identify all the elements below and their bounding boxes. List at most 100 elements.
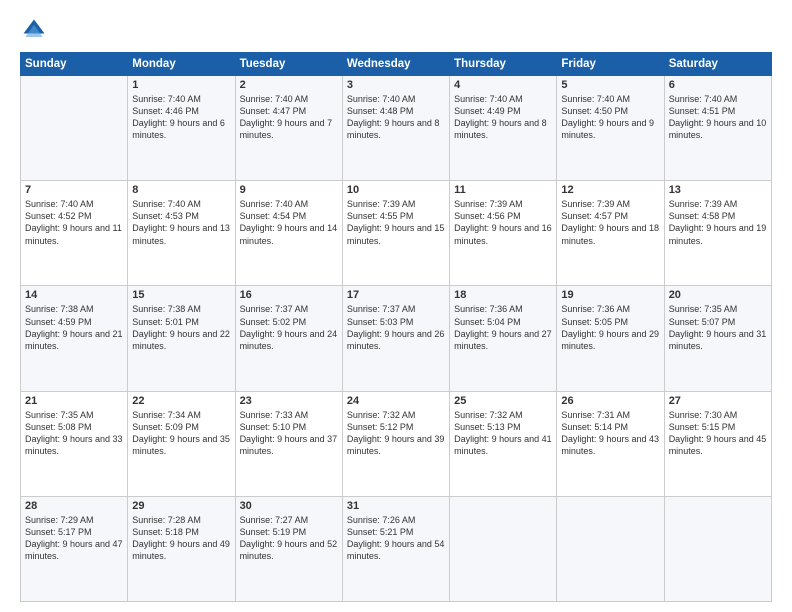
day-info: Sunrise: 7:35 AMSunset: 5:07 PMDaylight:…	[669, 303, 767, 352]
day-info: Sunrise: 7:40 AMSunset: 4:51 PMDaylight:…	[669, 93, 767, 142]
col-header-wednesday: Wednesday	[342, 53, 449, 76]
day-number: 16	[240, 289, 338, 301]
calendar-cell: 15Sunrise: 7:38 AMSunset: 5:01 PMDayligh…	[128, 286, 235, 391]
day-number: 19	[561, 289, 659, 301]
calendar-cell: 12 Sunrise: 7:39 AMSunset: 4:57 PMDayligh…	[557, 181, 664, 286]
day-info: Sunrise: 7:37 AMSunset: 5:02 PMDaylight:…	[240, 303, 338, 352]
calendar-cell: 9 Sunrise: 7:40 AMSunset: 4:54 PMDaylight…	[235, 181, 342, 286]
day-number: 5	[561, 79, 659, 91]
day-number: 1	[132, 79, 230, 91]
day-info: Sunrise: 7:28 AMSunset: 5:18 PMDaylight:…	[132, 514, 230, 563]
calendar-cell: 3 Sunrise: 7:40 AMSunset: 4:48 PMDaylight…	[342, 76, 449, 181]
calendar-cell: 18 Sunrise: 7:36 AMSunset: 5:04 PMDayligh…	[450, 286, 557, 391]
day-info: Sunrise: 7:40 AMSunset: 4:48 PMDaylight:…	[347, 93, 445, 142]
day-number: 12	[561, 184, 659, 196]
day-number: 4	[454, 79, 552, 91]
col-header-thursday: Thursday	[450, 53, 557, 76]
day-info: Sunrise: 7:40 AMSunset: 4:49 PMDaylight:…	[454, 93, 552, 142]
day-info: Sunrise: 7:39 AMSunset: 4:56 PMDaylight:…	[454, 198, 552, 247]
day-info: Sunrise: 7:31 AMSunset: 5:14 PMDaylight:…	[561, 409, 659, 458]
day-info: Sunrise: 7:35 AMSunset: 5:08 PMDaylight:…	[25, 409, 123, 458]
day-info: Sunrise: 7:34 AMSunset: 5:09 PMDaylight:…	[132, 409, 230, 458]
calendar-cell: 4 Sunrise: 7:40 AMSunset: 4:49 PMDaylight…	[450, 76, 557, 181]
day-number: 17	[347, 289, 445, 301]
calendar-cell: 23 Sunrise: 7:33 AMSunset: 5:10 PMDayligh…	[235, 391, 342, 496]
day-number: 25	[454, 395, 552, 407]
calendar-cell	[450, 496, 557, 601]
day-info: Sunrise: 7:37 AMSunset: 5:03 PMDaylight:…	[347, 303, 445, 352]
col-header-friday: Friday	[557, 53, 664, 76]
day-number: 10	[347, 184, 445, 196]
day-number: 23	[240, 395, 338, 407]
calendar-cell: 16 Sunrise: 7:37 AMSunset: 5:02 PMDayligh…	[235, 286, 342, 391]
day-info: Sunrise: 7:40 AMSunset: 4:53 PMDaylight:…	[132, 198, 230, 247]
day-info: Sunrise: 7:40 AMSunset: 4:54 PMDaylight:…	[240, 198, 338, 247]
calendar-cell: 30 Sunrise: 7:27 AMSunset: 5:19 PMDayligh…	[235, 496, 342, 601]
week-row-5: 28Sunrise: 7:29 AMSunset: 5:17 PMDayligh…	[21, 496, 772, 601]
calendar-cell: 17 Sunrise: 7:37 AMSunset: 5:03 PMDayligh…	[342, 286, 449, 391]
calendar-cell: 19Sunrise: 7:36 AMSunset: 5:05 PMDayligh…	[557, 286, 664, 391]
day-info: Sunrise: 7:26 AMSunset: 5:21 PMDaylight:…	[347, 514, 445, 563]
day-number: 6	[669, 79, 767, 91]
day-number: 20	[669, 289, 767, 301]
calendar-cell: 7 Sunrise: 7:40 AMSunset: 4:52 PMDaylight…	[21, 181, 128, 286]
calendar-cell	[664, 496, 771, 601]
calendar-cell: 21 Sunrise: 7:35 AMSunset: 5:08 PMDayligh…	[21, 391, 128, 496]
calendar-cell	[557, 496, 664, 601]
day-info: Sunrise: 7:40 AMSunset: 4:50 PMDaylight:…	[561, 93, 659, 142]
logo-icon	[20, 16, 48, 44]
day-info: Sunrise: 7:40 AMSunset: 4:46 PMDaylight:…	[132, 93, 230, 142]
day-number: 30	[240, 500, 338, 512]
page: SundayMondayTuesdayWednesdayThursdayFrid…	[0, 0, 792, 612]
day-info: Sunrise: 7:32 AMSunset: 5:13 PMDaylight:…	[454, 409, 552, 458]
calendar-cell: 8 Sunrise: 7:40 AMSunset: 4:53 PMDaylight…	[128, 181, 235, 286]
calendar-cell: 2Sunrise: 7:40 AMSunset: 4:47 PMDaylight…	[235, 76, 342, 181]
day-info: Sunrise: 7:36 AMSunset: 5:04 PMDaylight:…	[454, 303, 552, 352]
col-header-monday: Monday	[128, 53, 235, 76]
calendar-cell: 26 Sunrise: 7:31 AMSunset: 5:14 PMDayligh…	[557, 391, 664, 496]
day-info: Sunrise: 7:40 AMSunset: 4:52 PMDaylight:…	[25, 198, 123, 247]
week-row-2: 7 Sunrise: 7:40 AMSunset: 4:52 PMDaylight…	[21, 181, 772, 286]
day-number: 11	[454, 184, 552, 196]
day-number: 18	[454, 289, 552, 301]
day-info: Sunrise: 7:29 AMSunset: 5:17 PMDaylight:…	[25, 514, 123, 563]
calendar-cell: 10 Sunrise: 7:39 AMSunset: 4:55 PMDayligh…	[342, 181, 449, 286]
day-number: 2	[240, 79, 338, 91]
calendar-cell: 6 Sunrise: 7:40 AMSunset: 4:51 PMDaylight…	[664, 76, 771, 181]
calendar-cell: 24Sunrise: 7:32 AMSunset: 5:12 PMDayligh…	[342, 391, 449, 496]
day-number: 27	[669, 395, 767, 407]
day-number: 21	[25, 395, 123, 407]
day-info: Sunrise: 7:39 AMSunset: 4:57 PMDaylight:…	[561, 198, 659, 247]
day-info: Sunrise: 7:38 AMSunset: 5:01 PMDaylight:…	[132, 303, 230, 352]
day-number: 3	[347, 79, 445, 91]
day-info: Sunrise: 7:27 AMSunset: 5:19 PMDaylight:…	[240, 514, 338, 563]
day-number: 26	[561, 395, 659, 407]
col-header-tuesday: Tuesday	[235, 53, 342, 76]
day-number: 31	[347, 500, 445, 512]
day-number: 29	[132, 500, 230, 512]
day-info: Sunrise: 7:39 AMSunset: 4:55 PMDaylight:…	[347, 198, 445, 247]
col-header-saturday: Saturday	[664, 53, 771, 76]
day-info: Sunrise: 7:30 AMSunset: 5:15 PMDaylight:…	[669, 409, 767, 458]
calendar-cell: 31 Sunrise: 7:26 AMSunset: 5:21 PMDayligh…	[342, 496, 449, 601]
calendar-cell: 20 Sunrise: 7:35 AMSunset: 5:07 PMDayligh…	[664, 286, 771, 391]
calendar-cell: 1 Sunrise: 7:40 AMSunset: 4:46 PMDaylight…	[128, 76, 235, 181]
calendar-table: SundayMondayTuesdayWednesdayThursdayFrid…	[20, 52, 772, 602]
col-header-sunday: Sunday	[21, 53, 128, 76]
day-number: 9	[240, 184, 338, 196]
calendar-cell: 25 Sunrise: 7:32 AMSunset: 5:13 PMDayligh…	[450, 391, 557, 496]
calendar-cell	[21, 76, 128, 181]
calendar-cell: 14Sunrise: 7:38 AMSunset: 4:59 PMDayligh…	[21, 286, 128, 391]
calendar-cell: 22Sunrise: 7:34 AMSunset: 5:09 PMDayligh…	[128, 391, 235, 496]
calendar-cell: 28Sunrise: 7:29 AMSunset: 5:17 PMDayligh…	[21, 496, 128, 601]
calendar-cell: 13Sunrise: 7:39 AMSunset: 4:58 PMDayligh…	[664, 181, 771, 286]
calendar-cell: 29 Sunrise: 7:28 AMSunset: 5:18 PMDayligh…	[128, 496, 235, 601]
calendar-cell: 27 Sunrise: 7:30 AMSunset: 5:15 PMDayligh…	[664, 391, 771, 496]
day-number: 7	[25, 184, 123, 196]
day-number: 14	[25, 289, 123, 301]
week-row-3: 14Sunrise: 7:38 AMSunset: 4:59 PMDayligh…	[21, 286, 772, 391]
week-row-4: 21 Sunrise: 7:35 AMSunset: 5:08 PMDayligh…	[21, 391, 772, 496]
day-number: 13	[669, 184, 767, 196]
day-number: 8	[132, 184, 230, 196]
day-info: Sunrise: 7:33 AMSunset: 5:10 PMDaylight:…	[240, 409, 338, 458]
